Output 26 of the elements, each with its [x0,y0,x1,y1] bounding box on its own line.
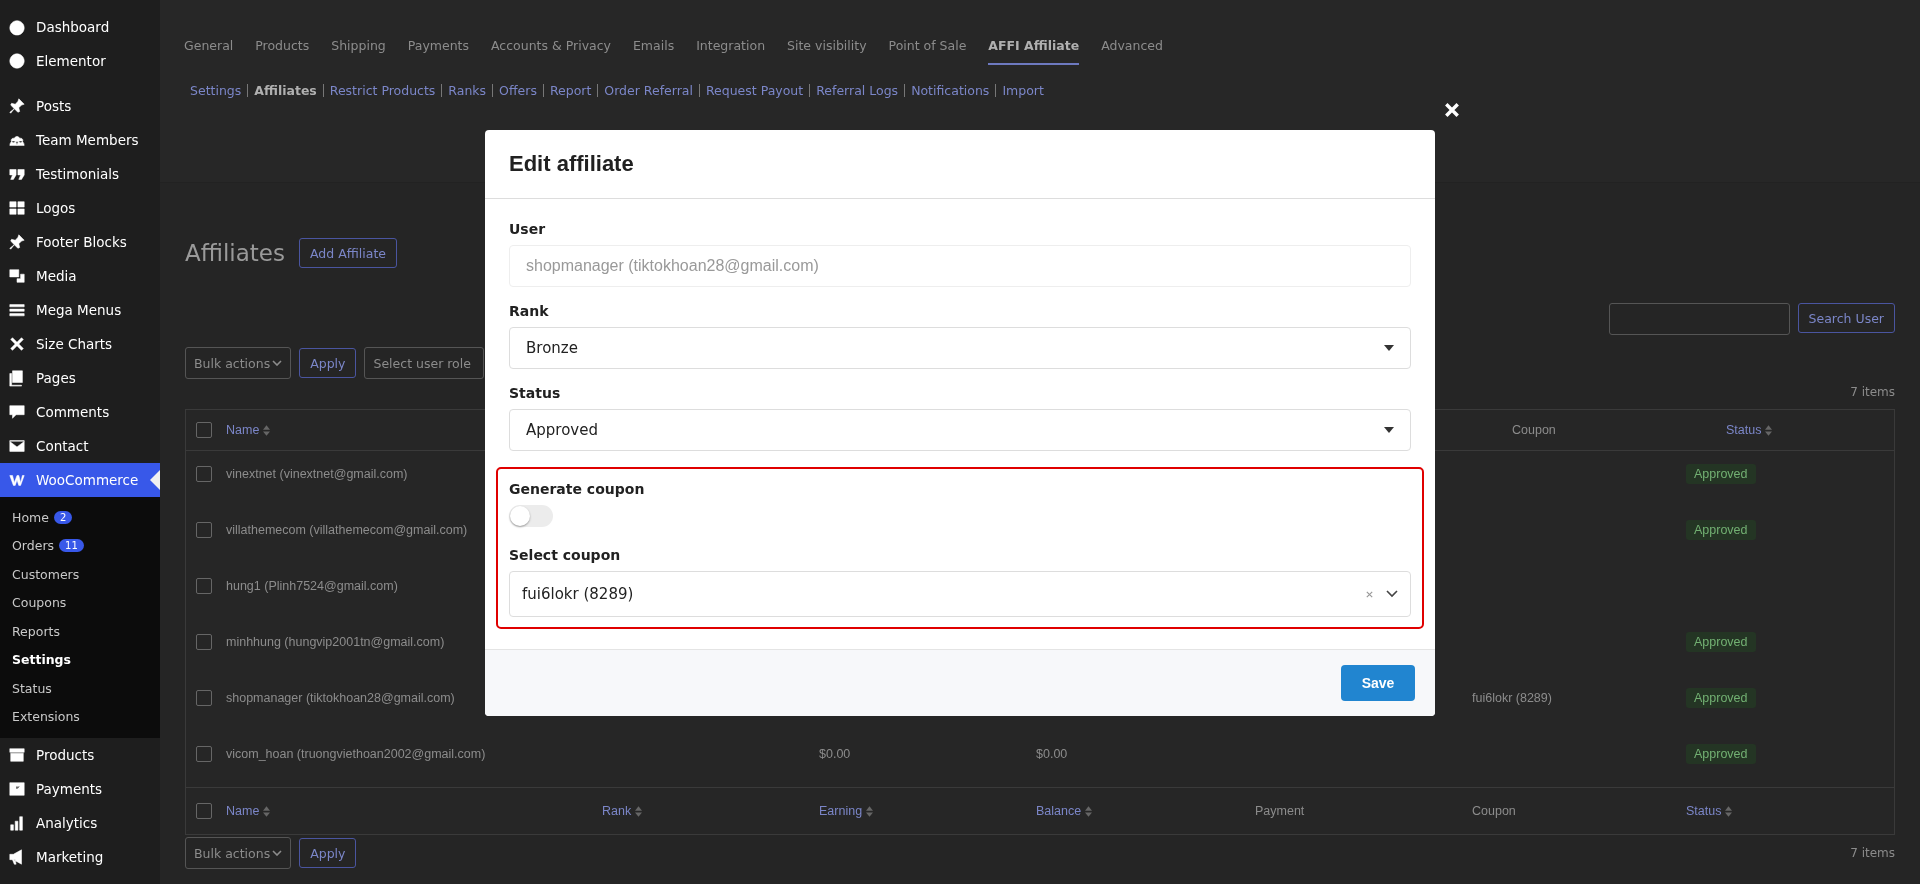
status-badge: Approved [1686,688,1756,708]
table-cell: vicom_hoan (truongviethoan2002@gmail.com) [226,747,486,761]
table-cell: $0.00 [819,747,851,761]
table-cell: vinextnet (vinextnet@gmail.com) [226,467,408,481]
count-badge: 2 [53,510,73,524]
table-cell: $0.00 [1036,747,1068,761]
field-label: Generate coupon [509,481,646,497]
table-cell: shopmanager (tiktokhoan28@gmail.com) [226,691,455,705]
status-badge: Approved [1686,632,1756,652]
item-count: 7 items [1850,385,1895,399]
status-badge: Approved [1686,744,1756,764]
status-badge: Approved [1686,464,1756,484]
dialog-title: Edit affiliate [509,151,634,177]
status-badge: Approved [1686,520,1756,540]
field-label: Rank [509,303,550,319]
field-label: User [509,221,547,237]
table-cell: hung1 (Plinh7524@gmail.com) [226,579,398,593]
count-badge: 11 [59,539,84,553]
table-cell: fui6lokr (8289) [1472,691,1552,705]
table-cell: minhhung (hungvip2001tn@gmail.com) [226,635,445,649]
field-label: Status [509,385,562,401]
page-title: Affiliates [185,240,285,266]
user-field: shopmanager (tiktokhoan28@gmail.com) [509,245,1411,287]
table-cell: villathemecom (villathemecom@gmail.com) [226,523,468,537]
field-label: Select coupon [509,547,622,563]
item-count: 7 items [1850,846,1895,860]
